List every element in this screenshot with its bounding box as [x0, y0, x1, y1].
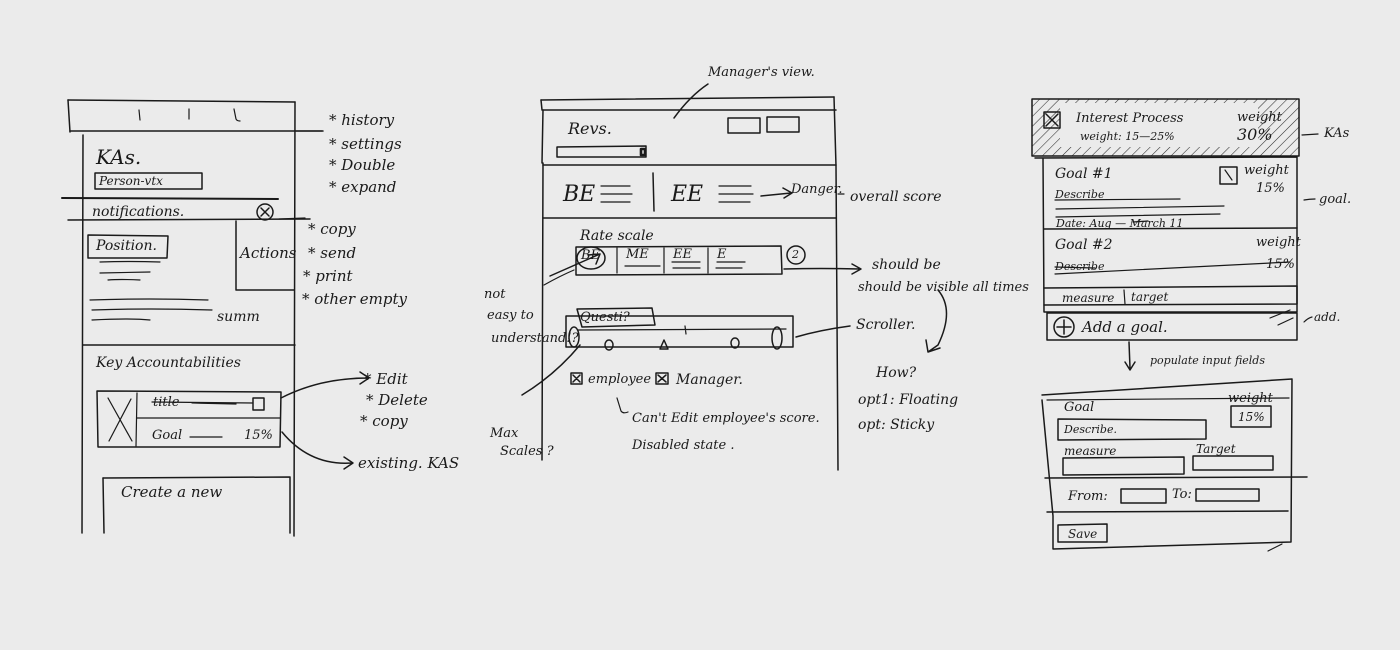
scale-option-ee[interactable]: EE: [673, 248, 692, 261]
opt2-note: opt: Sticky: [858, 417, 935, 433]
reviews-label: Revs.: [568, 119, 612, 138]
action-other-empty[interactable]: * other empty: [302, 292, 407, 307]
score-left: BE: [563, 182, 596, 207]
measure-label: measure: [1062, 291, 1115, 305]
process-weight-heading: weight: [1237, 110, 1282, 125]
not-easy-note-3: understand!?: [491, 331, 579, 346]
notif-option-history[interactable]: * history: [329, 113, 394, 128]
notif-option-expand[interactable]: * expand: [329, 180, 396, 195]
process-weight-label: weight: 15—25%: [1080, 130, 1175, 143]
scale-count[interactable]: 2: [792, 249, 799, 260]
rate-scale-label: Rate scale: [580, 228, 654, 244]
max-scales-note-1: Max: [490, 426, 519, 441]
max-scales-note-2: Scales ?: [500, 444, 554, 459]
how-note: How?: [876, 365, 917, 381]
goal1-weight: 15%: [1256, 181, 1285, 196]
form-measure-input[interactable]: [1063, 457, 1184, 475]
opt1-note: opt1: Floating: [858, 392, 959, 408]
goal2-weight: 15%: [1266, 257, 1295, 272]
form-measure-label: measure: [1064, 444, 1117, 458]
date-label: Date: Aug — March 11: [1056, 217, 1184, 230]
actions-label[interactable]: Actions: [240, 246, 296, 261]
add-goal-plus-icon: [1053, 316, 1075, 338]
kas-tag[interactable]: Person-vtx: [99, 175, 163, 187]
process-title: Interest Process: [1076, 111, 1184, 126]
kas-title: KAs.: [96, 145, 142, 169]
manager-checkbox-label[interactable]: Manager.: [676, 373, 743, 387]
card-option-copy[interactable]: * copy: [360, 414, 408, 429]
not-easy-note-1: not: [484, 287, 506, 302]
form-weight-input[interactable]: 15%: [1238, 411, 1265, 423]
form-goal-label: Goal: [1064, 400, 1095, 415]
action-print[interactable]: * print: [303, 269, 353, 284]
populate-note: populate input fields: [1150, 354, 1265, 367]
kas-note: KAs: [1324, 126, 1350, 141]
cant-edit-note: Can't Edit employee's score.: [632, 411, 820, 426]
process-weight-value: 30%: [1237, 125, 1273, 144]
action-copy[interactable]: * copy: [308, 222, 356, 237]
save-button[interactable]: Save: [1068, 528, 1097, 540]
manager-view-note: Manager's view.: [708, 65, 815, 80]
notif-option-double[interactable]: * Double: [329, 158, 395, 173]
card-weight: 15%: [244, 428, 273, 443]
card-goal-label: Goal: [152, 428, 183, 443]
sketch-linework: [61, 83, 1319, 552]
position-label: Position.: [96, 238, 157, 254]
key-accountabilities-title: Key Accountabilities: [96, 355, 241, 371]
action-send[interactable]: * send: [308, 246, 356, 261]
scale-option-be[interactable]: BE: [581, 249, 600, 262]
card-title-label: title: [153, 395, 180, 410]
goal1-title: Goal #1: [1055, 166, 1113, 182]
card-option-delete[interactable]: * Delete: [366, 393, 428, 408]
score-right: EE: [671, 182, 704, 207]
goal-note: goal.: [1319, 192, 1352, 207]
goal2-weight-label: weight: [1256, 235, 1301, 250]
form-target-label: Target: [1196, 442, 1236, 456]
scale-option-me[interactable]: ME: [626, 248, 649, 261]
form-target-input[interactable]: [1193, 456, 1273, 470]
from-date-input[interactable]: [1121, 489, 1166, 503]
summary-label: summ: [217, 309, 260, 325]
add-note: add.: [1314, 310, 1341, 324]
card-option-edit[interactable]: * Edit: [364, 372, 408, 387]
notifications-label: notifications.: [92, 204, 185, 220]
goal2-title: Goal #2: [1055, 237, 1113, 253]
add-goal-button[interactable]: Add a goal.: [1082, 320, 1168, 335]
to-label: To:: [1172, 487, 1192, 502]
scale-note-line1: should be: [872, 257, 941, 273]
disabled-note: Disabled state .: [632, 438, 735, 453]
existing-kas-note: existing. KAS: [358, 454, 460, 472]
employee-checkbox-label[interactable]: employee: [588, 373, 651, 386]
overall-score-note: overall score: [850, 189, 942, 205]
question-label: Questi?: [580, 310, 630, 325]
form-goal-input[interactable]: Describe.: [1064, 424, 1117, 435]
goal1-desc: Describe: [1055, 188, 1105, 201]
goal1-weight-label: weight: [1244, 163, 1289, 178]
score-arrow-label: Danger.: [791, 182, 843, 197]
not-easy-note-2: easy to: [487, 308, 534, 323]
slider-note: Scroller.: [856, 317, 916, 333]
scale-option-e[interactable]: E: [717, 248, 727, 261]
goal2-desc: Describe: [1055, 260, 1105, 273]
to-date-input[interactable]: [1196, 489, 1259, 501]
create-new-button[interactable]: Create a new: [121, 485, 222, 500]
scale-note-text: should be visible all times: [858, 280, 1029, 295]
notif-option-settings[interactable]: * settings: [329, 137, 402, 152]
form-weight-label: weight: [1228, 391, 1273, 406]
target-label: target: [1131, 290, 1169, 304]
from-label: From:: [1068, 489, 1108, 504]
